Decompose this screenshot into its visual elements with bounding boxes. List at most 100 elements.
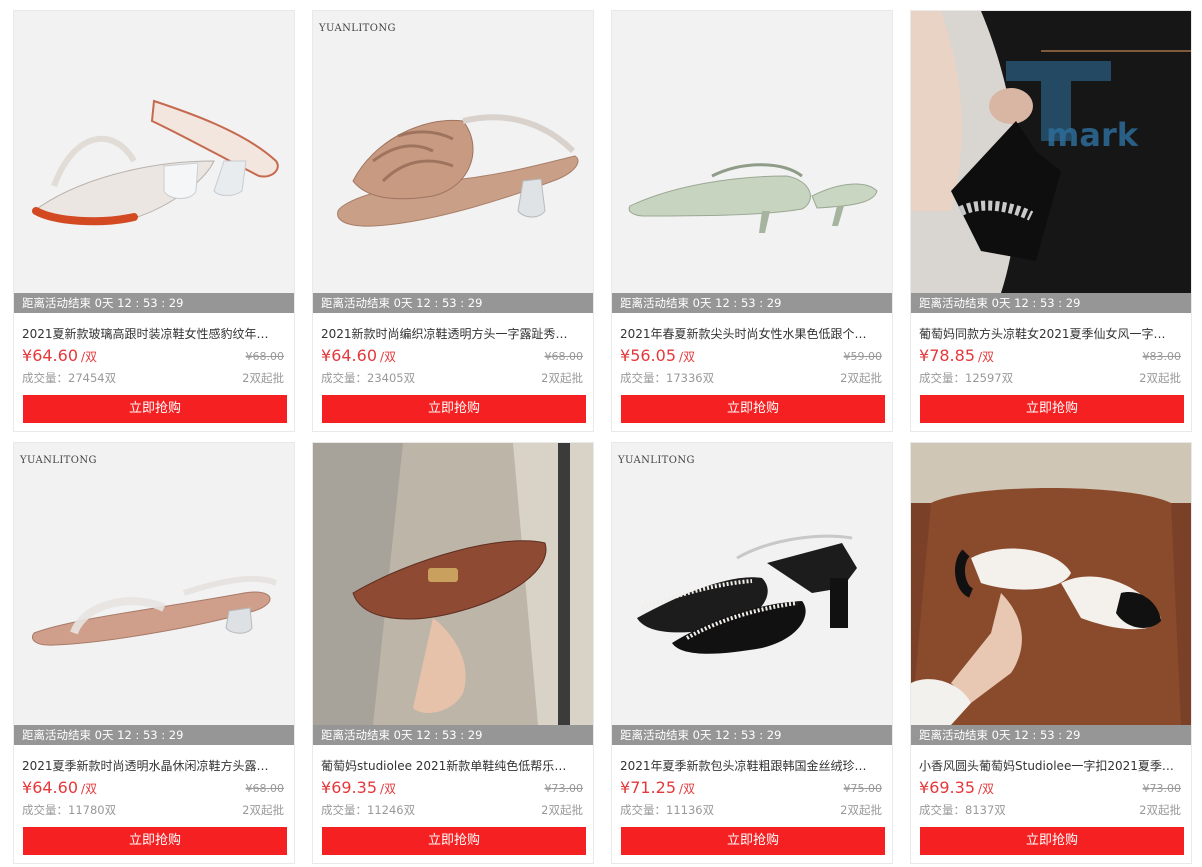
original-price: ¥59.00: [843, 350, 883, 363]
buy-now-button[interactable]: 立即抢购: [322, 395, 586, 423]
sales-volume: 成交量：8137双: [919, 802, 1006, 818]
minimum-order: 2双起批: [1139, 803, 1181, 817]
buy-now-button[interactable]: 立即抢购: [23, 395, 287, 423]
sales-count: 17336双: [666, 371, 715, 385]
sales-label: 成交量：: [321, 371, 367, 385]
product-price: ¥56.05/双: [620, 346, 695, 365]
price-unit: /双: [978, 350, 995, 364]
price-unit: /双: [679, 350, 696, 364]
sales-count: 27454双: [68, 371, 117, 385]
countdown-bar: 距离活动结束 0天 12 : 53 : 29: [14, 293, 294, 313]
sales-volume: 成交量：23405双: [321, 370, 415, 386]
product-title[interactable]: 葡萄妈同款方头凉鞋女2021夏季仙女风一字带...: [919, 325, 1175, 342]
sales-label: 成交量：: [22, 803, 68, 817]
countdown-text: 距离活动结束 0天 12 : 53 : 29: [620, 296, 782, 310]
product-title[interactable]: 2021夏新款玻璃高跟时装凉鞋女性感豹纹年轻...: [22, 325, 278, 342]
product-title[interactable]: 2021夏季新款时尚透明水晶休闲凉鞋方头露趾...: [22, 757, 278, 774]
price-unit: /双: [679, 782, 696, 796]
countdown-bar: 距离活动结束 0天 12 : 53 : 29: [911, 725, 1191, 745]
product-card[interactable]: YUANLITONG 距离活动结束 0天 12 : 53 : 29 2021年夏…: [611, 442, 893, 864]
product-title[interactable]: 葡萄妈studiolee 2021新款单鞋纯色低帮乐福鞋...: [321, 757, 577, 774]
product-image[interactable]: mark: [911, 11, 1191, 293]
sales-count: 11136双: [666, 803, 715, 817]
minimum-order: 2双起批: [541, 803, 583, 817]
original-price: ¥73.00: [544, 782, 584, 795]
price-unit: /双: [380, 350, 397, 364]
currency-symbol: ¥: [620, 778, 631, 797]
countdown-bar: 距离活动结束 0天 12 : 53 : 29: [313, 725, 593, 745]
buy-now-button[interactable]: 立即抢购: [621, 395, 885, 423]
product-title[interactable]: 2021年春夏新款尖头时尚女性水果色低跟个性...: [620, 325, 876, 342]
minimum-order: 2双起批: [242, 803, 284, 817]
original-price: ¥73.00: [1142, 782, 1182, 795]
countdown-text: 距离活动结束 0天 12 : 53 : 29: [620, 728, 782, 742]
product-image[interactable]: YUANLITONG: [313, 11, 593, 293]
sales-count: 12597双: [965, 371, 1014, 385]
buy-now-button[interactable]: 立即抢购: [621, 827, 885, 855]
currency-symbol: ¥: [919, 778, 930, 797]
sales-count: 8137双: [965, 803, 1006, 817]
product-image[interactable]: [313, 443, 593, 725]
buy-now-button[interactable]: 立即抢购: [322, 827, 586, 855]
buy-now-button[interactable]: 立即抢购: [23, 827, 287, 855]
currency-symbol: ¥: [919, 346, 930, 365]
countdown-text: 距离活动结束 0天 12 : 53 : 29: [321, 728, 483, 742]
price-unit: /双: [81, 350, 98, 364]
currency-symbol: ¥: [620, 346, 631, 365]
countdown-bar: 距离活动结束 0天 12 : 53 : 29: [612, 293, 892, 313]
buy-now-button[interactable]: 立即抢购: [920, 395, 1184, 423]
sales-count: 11780双: [68, 803, 117, 817]
product-price: ¥64.60/双: [321, 346, 396, 365]
brand-watermark: YUANLITONG: [20, 455, 97, 466]
clear-heel-sandal-illustration: [32, 99, 279, 226]
product-price: ¥64.60/双: [22, 778, 97, 797]
product-image[interactable]: [612, 11, 892, 293]
sales-label: 成交量：: [321, 803, 367, 817]
original-price: ¥83.00: [1142, 350, 1182, 363]
product-price: ¥78.85/双: [919, 346, 994, 365]
minimum-order: 2双起批: [1139, 371, 1181, 385]
price-value: 64.60: [32, 346, 78, 365]
sales-volume: 成交量：11780双: [22, 802, 116, 818]
product-card[interactable]: mark 距离活动结束 0天 12 : 53 : 29 葡萄妈同款方头凉鞋女20…: [910, 10, 1192, 432]
product-image[interactable]: [14, 11, 294, 293]
price-value: 69.35: [331, 778, 377, 797]
countdown-text: 距离活动结束 0天 12 : 53 : 29: [919, 728, 1081, 742]
price-value: 78.85: [929, 346, 975, 365]
product-image[interactable]: YUANLITONG: [14, 443, 294, 725]
product-card[interactable]: 距离活动结束 0天 12 : 53 : 29 2021年春夏新款尖头时尚女性水果…: [611, 10, 893, 432]
countdown-bar: 距离活动结束 0天 12 : 53 : 29: [911, 293, 1191, 313]
sales-label: 成交量：: [620, 803, 666, 817]
product-price: ¥69.35/双: [321, 778, 396, 797]
original-price: ¥75.00: [843, 782, 883, 795]
price-unit: /双: [380, 782, 397, 796]
woven-mule-illustration: [337, 114, 579, 227]
hand-holding-loafer-photo: [313, 443, 593, 725]
buy-now-button[interactable]: 立即抢购: [920, 827, 1184, 855]
price-value: 56.05: [630, 346, 676, 365]
price-value: 71.25: [630, 778, 676, 797]
product-image[interactable]: [911, 443, 1191, 725]
price-value: 69.35: [929, 778, 975, 797]
product-card[interactable]: YUANLITONG 距离活动结束 0天 12 : 53 : 29 2021夏季…: [13, 442, 295, 864]
product-card[interactable]: 距离活动结束 0天 12 : 53 : 29 2021夏新款玻璃高跟时装凉鞋女性…: [13, 10, 295, 432]
green-pointed-mule-illustration: [628, 163, 878, 233]
price-unit: /双: [81, 782, 98, 796]
product-card[interactable]: 距离活动结束 0天 12 : 53 : 29 小香风圆头葡萄妈Studiolee…: [910, 442, 1192, 864]
product-title[interactable]: 2021新款时尚编织凉鞋透明方头一字露趾秀气...: [321, 325, 577, 342]
price-value: 64.60: [32, 778, 78, 797]
sales-label: 成交量：: [22, 371, 68, 385]
product-title[interactable]: 2021年夏季新款包头凉鞋粗跟韩国金丝绒珍珠...: [620, 757, 876, 774]
sales-count: 23405双: [367, 371, 416, 385]
sales-label: 成交量：: [620, 371, 666, 385]
product-title[interactable]: 小香风圆头葡萄妈Studiolee一字扣2021夏季低...: [919, 757, 1175, 774]
product-card[interactable]: YUANLITONG 距离活动结束 0天 12 : 53 : 29 2021新款…: [312, 10, 594, 432]
sales-label: 成交量：: [919, 803, 965, 817]
hand-holding-sandal-photo: mark: [911, 11, 1191, 293]
product-card[interactable]: 距离活动结束 0天 12 : 53 : 29 葡萄妈studiolee 2021…: [312, 442, 594, 864]
original-price: ¥68.00: [544, 350, 584, 363]
countdown-text: 距离活动结束 0天 12 : 53 : 29: [919, 296, 1081, 310]
minimum-order: 2双起批: [840, 803, 882, 817]
countdown-bar: 距离活动结束 0天 12 : 53 : 29: [14, 725, 294, 745]
product-image[interactable]: YUANLITONG: [612, 443, 892, 725]
